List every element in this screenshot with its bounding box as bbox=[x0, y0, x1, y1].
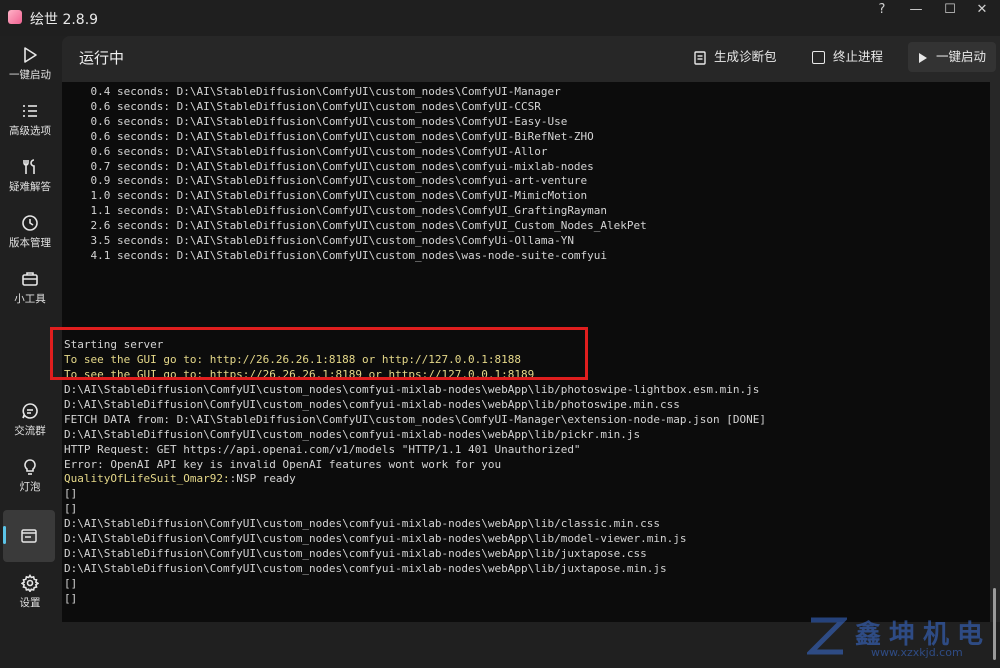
page-title: 运行中 bbox=[79, 49, 125, 67]
sidebar-item-lightbulb[interactable]: 灯泡 bbox=[0, 454, 60, 506]
watermark: 鑫坤机电 www.xzxkjd.com bbox=[807, 612, 997, 668]
console-line: 0.7 seconds: D:\AI\StableDiffusion\Comfy… bbox=[64, 159, 594, 173]
console-line: D:\AI\StableDiffusion\ComfyUI\custom_nod… bbox=[64, 532, 687, 545]
launch-button[interactable]: 一键启动 bbox=[908, 42, 997, 72]
title-bar: 绘世 2.8.9 ? — ☐ ✕ bbox=[0, 0, 1000, 36]
console-line: D:\AI\StableDiffusion\ComfyUI\custom_nod… bbox=[64, 397, 680, 411]
sidebar-item-label: 疑难解答 bbox=[9, 181, 51, 193]
lightbulb-icon bbox=[24, 459, 36, 475]
launch-label: 一键启动 bbox=[936, 49, 987, 64]
console-line: D:\AI\StableDiffusion\ComfyUI\custom_nod… bbox=[64, 561, 667, 575]
console-line: D:\AI\StableDiffusion\ComfyUI\custom_nod… bbox=[64, 546, 647, 560]
console-line: 4.1 seconds: D:\AI\StableDiffusion\Comfy… bbox=[64, 248, 608, 262]
main-panel: 运行中 生成诊断包 终止进程 一键启动 0.4 seconds: D:\AI\S… bbox=[50, 36, 1000, 660]
close-button[interactable]: ✕ bbox=[964, 0, 1000, 22]
watermark-logo-icon bbox=[807, 617, 847, 655]
minimize-button[interactable]: — bbox=[898, 0, 934, 22]
console-line: D:\AI\StableDiffusion\ComfyUI\custom_nod… bbox=[64, 427, 641, 441]
active-indicator bbox=[3, 526, 6, 544]
sidebar-item-launch[interactable]: 一键启动 bbox=[0, 42, 60, 94]
diagnostics-button[interactable]: 生成诊断包 bbox=[684, 42, 787, 72]
console-line: [] bbox=[64, 591, 78, 605]
history-icon bbox=[22, 215, 38, 231]
console-line: QualityOfLifeSuit_Omar92::NSP ready bbox=[64, 471, 296, 486]
sidebar-item-label: 交流群 bbox=[14, 425, 46, 437]
highlight-box bbox=[50, 327, 588, 380]
sidebar-item-settings[interactable]: 设置 bbox=[0, 570, 60, 622]
console-line: 0.6 seconds: D:\AI\StableDiffusion\Comfy… bbox=[64, 99, 541, 113]
play-icon bbox=[24, 47, 37, 63]
console-line: FETCH DATA from: D:\AI\StableDiffusion\C… bbox=[64, 412, 766, 426]
header: 运行中 生成诊断包 终止进程 一键启动 bbox=[62, 36, 1000, 78]
console-line: 0.6 seconds: D:\AI\StableDiffusion\Comfy… bbox=[64, 129, 594, 143]
checkbox-icon bbox=[812, 51, 825, 64]
console-line: 0.6 seconds: D:\AI\StableDiffusion\Comfy… bbox=[64, 144, 548, 158]
sidebar-item-troubleshoot[interactable]: 疑难解答 bbox=[0, 154, 60, 206]
console-line: 1.0 seconds: D:\AI\StableDiffusion\Comfy… bbox=[64, 189, 588, 203]
watermark-url: www.xzxkjd.com bbox=[871, 646, 963, 659]
qol-suffix: :NSP ready bbox=[229, 472, 296, 486]
toolbox-icon bbox=[22, 272, 38, 286]
gear-icon bbox=[21, 574, 39, 592]
sidebar-item-label: 一键启动 bbox=[9, 69, 51, 81]
help-button[interactable]: ? bbox=[864, 0, 900, 22]
sidebar-item-label: 设置 bbox=[19, 597, 41, 609]
terminate-label: 终止进程 bbox=[833, 49, 884, 64]
sidebar-item-versions[interactable]: 版本管理 bbox=[0, 210, 60, 262]
console-line: 2.6 seconds: D:\AI\StableDiffusion\Comfy… bbox=[64, 219, 647, 233]
console-line: HTTP Request: GET https://api.openai.com… bbox=[64, 442, 581, 456]
terminate-process-button[interactable]: 终止进程 bbox=[802, 42, 893, 72]
sidebar-item-tools[interactable]: 小工具 bbox=[0, 266, 60, 318]
sidebar-item-community[interactable]: 交流群 bbox=[0, 398, 60, 450]
console-line: [] bbox=[64, 576, 78, 590]
window-title: 绘世 2.8.9 bbox=[30, 12, 99, 28]
sidebar-item-label: 小工具 bbox=[14, 293, 46, 305]
sidebar-item-advanced[interactable]: 高级选项 bbox=[0, 98, 60, 150]
sidebar-item-label: 灯泡 bbox=[19, 481, 41, 493]
diagnostics-label: 生成诊断包 bbox=[714, 49, 777, 64]
app-logo-icon bbox=[8, 10, 22, 24]
play-icon bbox=[919, 52, 927, 63]
console-line: 3.5 seconds: D:\AI\StableDiffusion\Comfy… bbox=[64, 234, 574, 247]
console-line: 0.9 seconds: D:\AI\StableDiffusion\Comfy… bbox=[64, 174, 588, 188]
console-output[interactable]: 0.4 seconds: D:\AI\StableDiffusion\Comfy… bbox=[50, 82, 996, 660]
chat-icon bbox=[22, 403, 38, 419]
tools-icon bbox=[23, 159, 35, 174]
list-icon bbox=[23, 105, 37, 117]
sidebar-item-label: 版本管理 bbox=[9, 237, 51, 249]
document-icon bbox=[694, 50, 706, 65]
sidebar-item-console[interactable] bbox=[3, 510, 55, 562]
console-line: [] bbox=[64, 502, 78, 516]
console-line: D:\AI\StableDiffusion\ComfyUI\custom_nod… bbox=[64, 517, 661, 531]
sidebar-item-label: 高级选项 bbox=[9, 125, 51, 137]
console-line: 0.4 seconds: D:\AI\StableDiffusion\Comfy… bbox=[64, 85, 561, 98]
console-icon bbox=[21, 529, 37, 543]
console-line: 1.1 seconds: D:\AI\StableDiffusion\Comfy… bbox=[64, 204, 608, 218]
console-line: [] bbox=[64, 487, 78, 501]
maximize-button[interactable]: ☐ bbox=[932, 0, 968, 22]
console-line: 0.6 seconds: D:\AI\StableDiffusion\Comfy… bbox=[64, 114, 568, 128]
console-line: D:\AI\StableDiffusion\ComfyUI\custom_nod… bbox=[64, 383, 760, 396]
qol-prefix: QualityOfLifeSuit_Omar92: bbox=[64, 472, 230, 486]
console-line: Error: OpenAI API key is invalid OpenAI … bbox=[64, 457, 502, 471]
